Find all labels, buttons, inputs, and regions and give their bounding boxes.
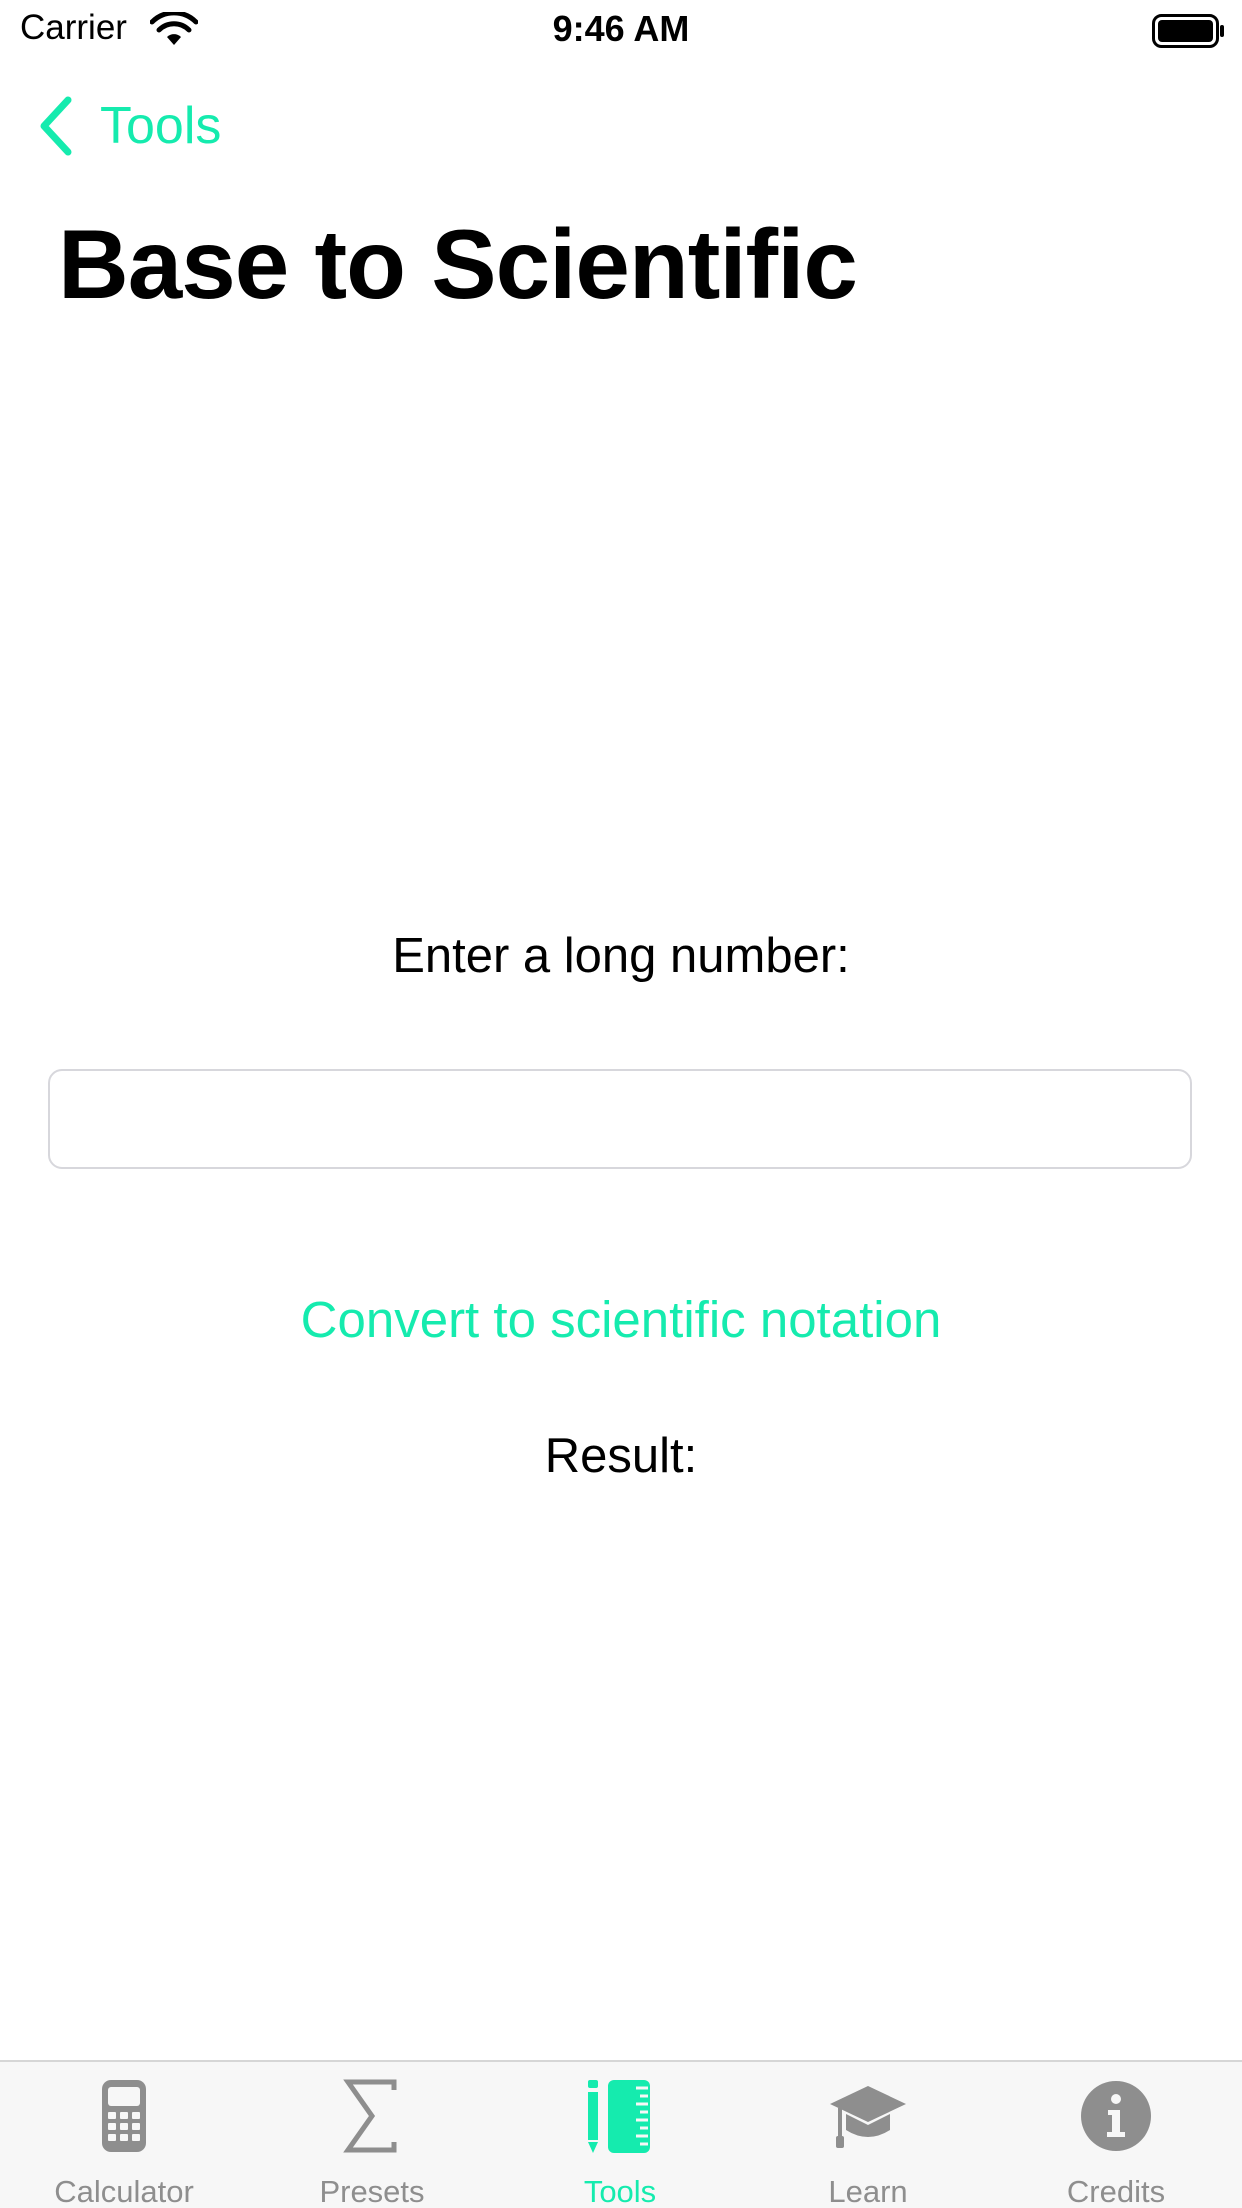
chevron-left-icon (40, 96, 72, 156)
page-title: Base to Scientific (58, 209, 858, 319)
tab-label: Calculator (54, 2174, 194, 2208)
tab-tools[interactable]: Tools (496, 2062, 744, 2208)
result-label: Result: (544, 1429, 698, 1483)
status-bar: Carrier 9:46 AM (0, 0, 1242, 62)
graduation-cap-icon (830, 2086, 906, 2148)
info-icon (1081, 2081, 1151, 2151)
tab-label: Learn (828, 2174, 908, 2208)
tab-presets[interactable]: Presets (248, 2062, 496, 2208)
clock: 9:46 AM (552, 8, 690, 49)
tab-credits[interactable]: Credits (992, 2062, 1240, 2208)
long-number-input[interactable] (48, 1069, 1192, 1169)
tab-label: Credits (1066, 2174, 1166, 2208)
screen: Carrier 9:46 AM Tools Base to Scientific… (0, 0, 1242, 2208)
tab-label: Tools (583, 2174, 657, 2208)
tab-label: Presets (319, 2174, 425, 2208)
tab-learn[interactable]: Learn (744, 2062, 992, 2208)
convert-button[interactable]: Convert to scientific notation (0, 1290, 1242, 1349)
back-button[interactable]: Tools (36, 94, 221, 158)
pencil-ruler-icon (588, 2080, 650, 2153)
back-button-label: Tools (100, 97, 222, 155)
sigma-icon (343, 2079, 397, 2153)
tab-bar: Calculator Presets Tools Learn Credits (0, 2060, 1242, 2208)
calculator-icon (102, 2080, 146, 2152)
tab-calculator[interactable]: Calculator (0, 2062, 248, 2208)
input-prompt-label: Enter a long number: (392, 929, 850, 983)
battery-icon (1152, 14, 1224, 48)
